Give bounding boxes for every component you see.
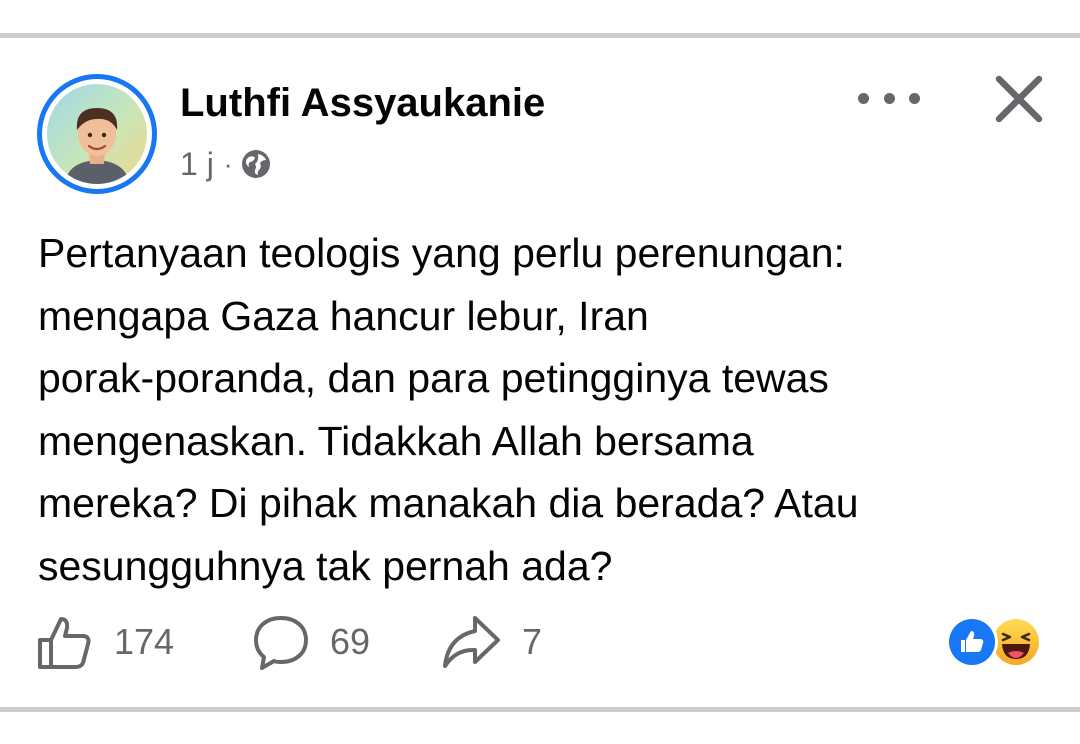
comment-button[interactable]: 69 (252, 610, 370, 674)
post-meta: 1 j · (180, 144, 272, 184)
like-reaction-icon (946, 616, 998, 668)
post-text: Pertanyaan teologis yang perlu perenunga… (38, 230, 859, 589)
globe-icon[interactable] (240, 148, 272, 180)
more-dots-icon (858, 92, 869, 104)
close-button[interactable] (992, 72, 1046, 126)
post-actions: 174 69 7 (0, 610, 1080, 674)
thumbs-up-icon (36, 613, 94, 671)
like-button[interactable]: 174 (36, 610, 174, 674)
avatar-image (47, 84, 147, 184)
top-divider (0, 33, 1080, 38)
bottom-divider (0, 707, 1080, 712)
post-time[interactable]: 1 j (180, 144, 214, 184)
share-button[interactable]: 7 (440, 610, 542, 674)
share-icon (440, 613, 502, 671)
avatar[interactable] (37, 74, 157, 194)
like-count: 174 (114, 621, 175, 662)
share-count: 7 (522, 621, 543, 662)
close-icon (995, 75, 1043, 123)
comment-icon (252, 613, 310, 671)
meta-separator: · (223, 149, 233, 179)
author-name[interactable]: Luthfi Assyaukanie (180, 80, 545, 126)
comment-count: 69 (330, 621, 371, 662)
more-options-button[interactable] (858, 84, 920, 112)
reaction-summary[interactable] (946, 616, 1048, 668)
